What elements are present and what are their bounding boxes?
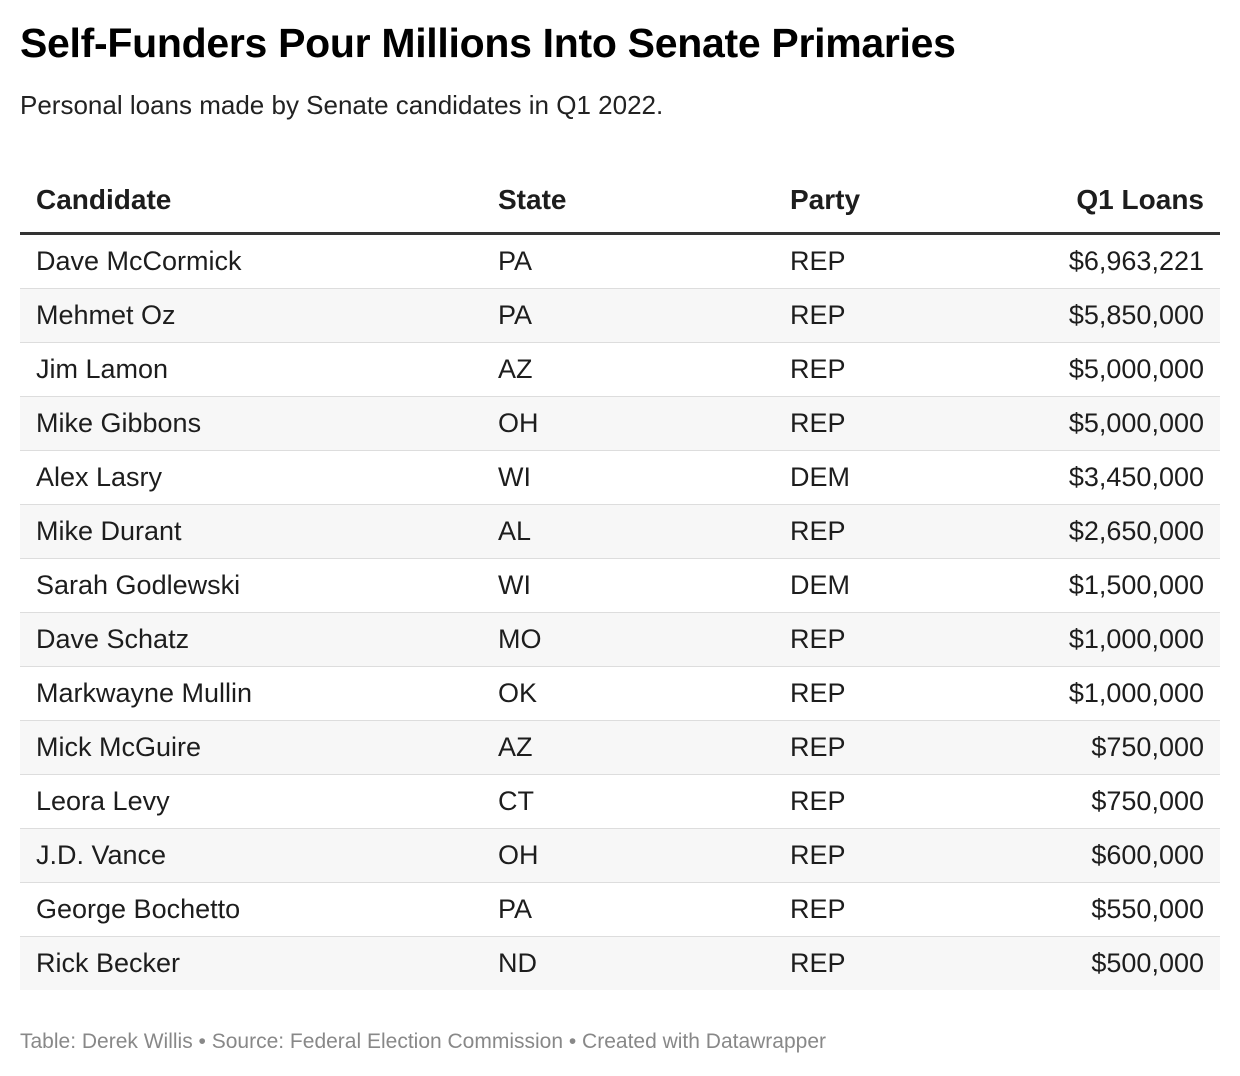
- cell-party: REP: [790, 354, 846, 384]
- cell-state: PA: [498, 246, 533, 276]
- table-row: Mike Gibbons OH REP $5,000,000: [20, 397, 1220, 451]
- table-row: Mick McGuire AZ REP $750,000: [20, 721, 1220, 775]
- cell-state: PA: [498, 300, 533, 330]
- table-row: J.D. Vance OH REP $600,000: [20, 829, 1220, 883]
- cell-party: REP: [790, 300, 846, 330]
- table-header: Candidate State Party Q1 Loans: [20, 168, 1220, 235]
- cell-state: WI: [498, 570, 531, 600]
- cell-candidate: Sarah Godlewski: [36, 570, 241, 600]
- cell-candidate: Alex Lasry: [36, 462, 163, 492]
- cell-party: REP: [790, 840, 846, 870]
- table-row: Leora Levy CT REP $750,000: [20, 775, 1220, 829]
- table-row: George Bochetto PA REP $550,000: [20, 883, 1220, 937]
- column-header-q1-loans[interactable]: Q1 Loans: [1050, 184, 1220, 216]
- cell-candidate: Markwayne Mullin: [36, 678, 253, 708]
- chart-subtitle: Personal loans made by Senate candidates…: [20, 90, 664, 120]
- cell-q1-loans: $1,000,000: [1068, 678, 1204, 708]
- chart-title: Self-Funders Pour Millions Into Senate P…: [20, 20, 956, 66]
- cell-q1-loans: $5,000,000: [1068, 408, 1204, 438]
- cell-party: REP: [790, 732, 846, 762]
- table-row: Mehmet Oz PA REP $5,850,000: [20, 289, 1220, 343]
- cell-candidate: Mehmet Oz: [36, 300, 176, 330]
- cell-party: DEM: [790, 462, 850, 492]
- table-row: Dave Schatz MO REP $1,000,000: [20, 613, 1220, 667]
- cell-party: DEM: [790, 570, 850, 600]
- cell-q1-loans: $5,850,000: [1068, 300, 1204, 330]
- cell-state: WI: [498, 462, 531, 492]
- cell-q1-loans: $5,000,000: [1068, 354, 1204, 384]
- table-row: Mike Durant AL REP $2,650,000: [20, 505, 1220, 559]
- table-row: Dave McCormick PA REP $6,963,221: [20, 235, 1220, 289]
- cell-state: OH: [498, 408, 539, 438]
- cell-q1-loans: $600,000: [1091, 840, 1204, 870]
- cell-state: OK: [498, 678, 538, 708]
- cell-party: REP: [790, 678, 846, 708]
- column-header-state[interactable]: State: [498, 184, 790, 216]
- cell-state: ND: [498, 948, 537, 978]
- table-row: Rick Becker ND REP $500,000: [20, 937, 1220, 990]
- cell-party: REP: [790, 624, 846, 654]
- cell-q1-loans: $750,000: [1091, 786, 1204, 816]
- loans-table: Candidate State Party Q1 Loans Dave McCo…: [20, 168, 1220, 990]
- cell-candidate: Mike Gibbons: [36, 408, 202, 438]
- cell-candidate: Leora Levy: [36, 786, 170, 816]
- cell-q1-loans: $550,000: [1091, 894, 1204, 924]
- cell-party: REP: [790, 786, 846, 816]
- cell-candidate: Rick Becker: [36, 948, 181, 978]
- cell-q1-loans: $6,963,221: [1068, 246, 1204, 276]
- cell-candidate: Dave Schatz: [36, 624, 190, 654]
- cell-party: REP: [790, 516, 846, 546]
- cell-q1-loans: $750,000: [1091, 732, 1204, 762]
- cell-candidate: George Bochetto: [36, 894, 241, 924]
- table-row: Markwayne Mullin OK REP $1,000,000: [20, 667, 1220, 721]
- column-header-party[interactable]: Party: [790, 184, 1050, 216]
- cell-candidate: Mick McGuire: [36, 732, 202, 762]
- cell-party: REP: [790, 948, 846, 978]
- cell-party: REP: [790, 246, 846, 276]
- cell-party: REP: [790, 408, 846, 438]
- cell-state: AZ: [498, 354, 533, 384]
- cell-state: AZ: [498, 732, 533, 762]
- cell-state: PA: [498, 894, 533, 924]
- table-row: Sarah Godlewski WI DEM $1,500,000: [20, 559, 1220, 613]
- table-row: Jim Lamon AZ REP $5,000,000: [20, 343, 1220, 397]
- cell-state: CT: [498, 786, 534, 816]
- cell-q1-loans: $1,500,000: [1068, 570, 1204, 600]
- chart-footer: Table: Derek Willis • Source: Federal El…: [20, 1030, 827, 1053]
- cell-q1-loans: $3,450,000: [1068, 462, 1204, 492]
- cell-candidate: J.D. Vance: [36, 840, 167, 870]
- column-header-candidate[interactable]: Candidate: [20, 184, 498, 216]
- table-body: Dave McCormick PA REP $6,963,221 Mehmet Oz PA…: [20, 235, 1220, 990]
- cell-state: OH: [498, 840, 539, 870]
- cell-state: AL: [498, 516, 532, 546]
- table-row: Alex Lasry WI DEM $3,450,000: [20, 451, 1220, 505]
- cell-candidate: Mike Durant: [36, 516, 182, 546]
- cell-q1-loans: $500,000: [1091, 948, 1204, 978]
- cell-candidate: Dave McCormick: [36, 246, 242, 276]
- cell-q1-loans: $2,650,000: [1068, 516, 1204, 546]
- cell-candidate: Jim Lamon: [36, 354, 169, 384]
- cell-state: MO: [498, 624, 542, 654]
- cell-party: REP: [790, 894, 846, 924]
- cell-q1-loans: $1,000,000: [1068, 624, 1204, 654]
